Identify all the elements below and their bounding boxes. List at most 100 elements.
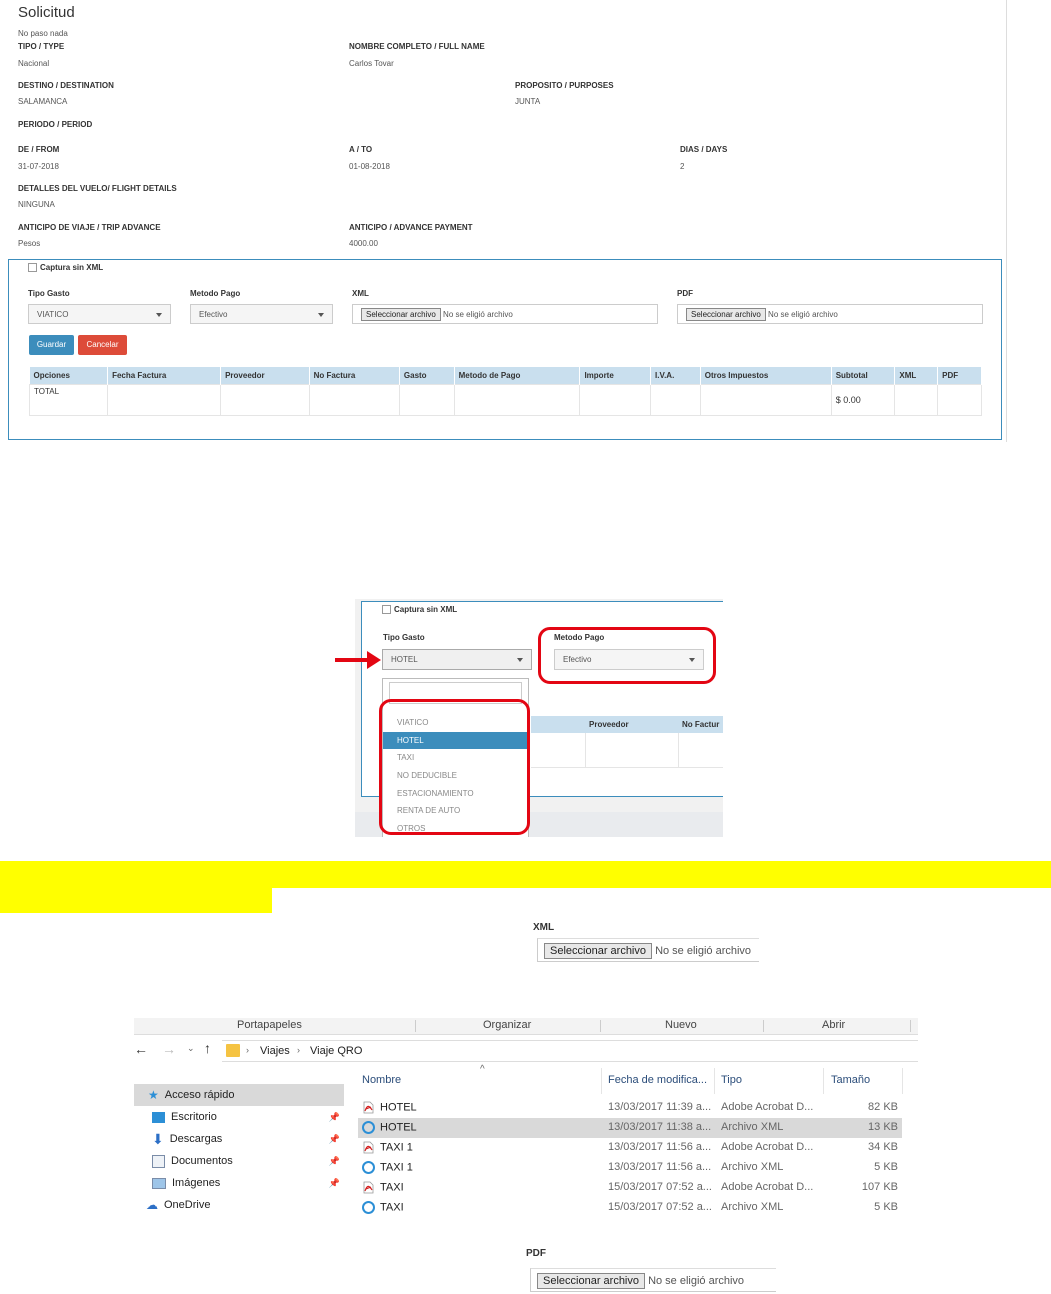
purpose-value: JUNTA <box>515 97 541 106</box>
total-label: TOTAL <box>28 384 109 416</box>
sidebar-item-imagenes[interactable]: Imágenes 📌 <box>134 1172 344 1194</box>
pin-icon[interactable]: 📌 <box>329 1106 340 1128</box>
sidebar-item-documentos[interactable]: Documentos 📌 <box>134 1150 344 1172</box>
col-subtotal: Subtotal <box>831 367 896 385</box>
address-bar[interactable]: › Viajes › Viaje QRO <box>222 1040 918 1062</box>
up-arrow-icon[interactable]: ↑ <box>204 1040 211 1056</box>
col-iva: I.V.A. <box>650 367 701 385</box>
forward-arrow-icon[interactable]: → <box>162 1041 176 1057</box>
pdf-control-button[interactable]: Seleccionar archivo <box>537 1273 645 1289</box>
ie-xml-icon <box>362 1201 375 1214</box>
address-bar-row: ← → ⌄ ↑ › Viajes › Viaje QRO <box>134 1038 918 1064</box>
expense-table: Opciones Fecha Factura Proveedor No Fact… <box>28 367 982 416</box>
pdf-control-input[interactable]: Seleccionar archivo No se eligió archivo <box>530 1268 776 1292</box>
red-arrow-shaft <box>335 658 369 662</box>
tipo-gasto-select[interactable]: VIATICO <box>28 304 171 324</box>
cancel-button[interactable]: Cancelar <box>78 335 127 355</box>
col-tamano[interactable]: Tamaño <box>831 1074 870 1086</box>
purpose-label: PROPOSITO / PURPOSES <box>515 81 614 90</box>
star-icon: ★ <box>148 1088 159 1103</box>
highlight-bar-tail <box>0 888 272 913</box>
xml-control-button[interactable]: Seleccionar archivo <box>544 943 652 959</box>
back-arrow-icon[interactable]: ← <box>134 1041 148 1057</box>
file-row[interactable]: HOTEL 13/03/2017 11:39 a... Adobe Acroba… <box>358 1098 902 1118</box>
sidebar-label: Imágenes <box>172 1177 221 1189</box>
zoom-col-no-factura: No Factur <box>682 720 720 729</box>
pin-icon[interactable]: 📌 <box>329 1172 340 1194</box>
metodo-pago-select[interactable]: Efectivo <box>190 304 333 324</box>
xml-control-input[interactable]: Seleccionar archivo No se eligió archivo <box>537 938 759 962</box>
file-type: Adobe Acrobat D... <box>721 1101 814 1113</box>
ribbon-group-organizar: Organizar <box>483 1019 532 1031</box>
options-highlight-box <box>379 699 530 835</box>
capture-checkbox[interactable] <box>28 263 37 273</box>
sidebar-label: Acceso rápido <box>164 1089 235 1101</box>
save-button[interactable]: Guardar <box>29 335 74 355</box>
pdf-icon <box>362 1141 375 1154</box>
desktop-icon <box>152 1111 165 1123</box>
pin-icon[interactable]: 📌 <box>329 1150 340 1172</box>
col-tipo[interactable]: Tipo <box>721 1074 742 1086</box>
file-row-selected[interactable]: HOTEL 13/03/2017 11:38 a... Archivo XML … <box>358 1118 902 1138</box>
ie-xml-icon <box>362 1161 375 1174</box>
ribbon-group-portapapeles: Portapapeles <box>237 1019 302 1031</box>
period-label: PERIODO / PERIOD <box>18 120 93 129</box>
documents-icon <box>152 1154 165 1168</box>
pictures-icon <box>152 1177 166 1189</box>
flight-label: DETALLES DEL VUELO/ FLIGHT DETAILS <box>18 184 177 193</box>
col-fecha-factura: Fecha Factura <box>107 367 222 385</box>
pdf-icon <box>362 1101 375 1114</box>
zoom-capture-without-xml[interactable]: Captura sin XML <box>382 605 457 615</box>
fullname-label: NOMBRE COMPLETO / FULL NAME <box>349 42 485 51</box>
file-row[interactable]: TAXI 1 13/03/2017 11:56 a... Adobe Acrob… <box>358 1138 902 1158</box>
col-gasto: Gasto <box>399 367 455 385</box>
col-nombre[interactable]: Nombre <box>362 1074 401 1086</box>
file-row[interactable]: TAXI 15/03/2017 07:52 a... Adobe Acrobat… <box>358 1178 902 1198</box>
breadcrumb-viajes[interactable]: Viajes <box>260 1045 290 1057</box>
xml-file-input[interactable]: Seleccionar archivo No se eligió archivo <box>352 304 658 324</box>
ribbon-group-nuevo: Nuevo <box>665 1019 697 1031</box>
fullname-value: Carlos Tovar <box>349 59 394 68</box>
sidebar-item-descargas[interactable]: ⬇ Descargas 📌 <box>134 1128 344 1150</box>
capture-without-xml[interactable]: Captura sin XML <box>28 263 103 273</box>
pdf-file-status: No se eligió archivo <box>768 310 838 319</box>
col-opciones: Opciones <box>29 367 109 385</box>
sidebar-item-escritorio[interactable]: Escritorio 📌 <box>134 1106 344 1128</box>
pdf-file-input[interactable]: Seleccionar archivo No se eligió archivo <box>677 304 983 324</box>
xml-control-label: XML <box>533 922 555 933</box>
dropdown-zoom-screenshot: Captura sin XML Tipo Gasto HOTEL Metodo … <box>355 599 723 837</box>
type-label: TIPO / TYPE <box>18 42 65 51</box>
file-name: TAXI <box>380 1201 404 1214</box>
file-row[interactable]: TAXI 15/03/2017 07:52 a... Archivo XML 5… <box>358 1198 902 1218</box>
pin-icon[interactable]: 📌 <box>329 1128 340 1150</box>
days-value: 2 <box>680 162 685 171</box>
to-label: A / TO <box>349 145 373 154</box>
breadcrumb-separator-icon: › <box>297 1045 300 1055</box>
zoom-capture-checkbox[interactable] <box>382 605 391 615</box>
file-name: TAXI <box>380 1181 404 1194</box>
breadcrumb-viaje-qro[interactable]: Viaje QRO <box>310 1045 362 1057</box>
page-title: Solicitud <box>18 4 75 21</box>
recent-chevron-icon[interactable]: ⌄ <box>187 1043 195 1054</box>
col-proveedor: Proveedor <box>220 367 310 385</box>
tipo-gasto-value: VIATICO <box>37 310 69 319</box>
pdf-select-file-button[interactable]: Seleccionar archivo <box>686 308 766 321</box>
zoom-table-header: Proveedor No Factur <box>531 716 723 733</box>
col-importe: Importe <box>579 367 652 385</box>
file-date: 15/03/2017 07:52 a... <box>608 1201 712 1213</box>
col-fecha[interactable]: Fecha de modifica... <box>608 1074 707 1086</box>
xml-select-file-button[interactable]: Seleccionar archivo <box>361 308 441 321</box>
to-value: 01-08-2018 <box>349 162 390 171</box>
download-icon: ⬇ <box>152 1131 164 1148</box>
file-name: TAXI 1 <box>380 1161 413 1174</box>
file-name: HOTEL <box>380 1121 417 1134</box>
file-name: HOTEL <box>380 1101 417 1114</box>
sidebar-item-onedrive[interactable]: ☁ OneDrive <box>134 1194 344 1216</box>
file-list-header: ^ Nombre Fecha de modifica... Tipo Tamañ… <box>354 1064 910 1094</box>
highlight-bar <box>0 861 1051 888</box>
file-row[interactable]: TAXI 1 13/03/2017 11:56 a... Archivo XML… <box>358 1158 902 1178</box>
file-size: 5 KB <box>874 1201 898 1213</box>
ribbon-groups: Portapapeles Organizar Nuevo Abrir <box>134 1018 918 1035</box>
zoom-tipo-gasto-select[interactable]: HOTEL <box>382 649 532 670</box>
sidebar-item-acceso-rapido[interactable]: ★ Acceso rápido <box>134 1084 344 1106</box>
